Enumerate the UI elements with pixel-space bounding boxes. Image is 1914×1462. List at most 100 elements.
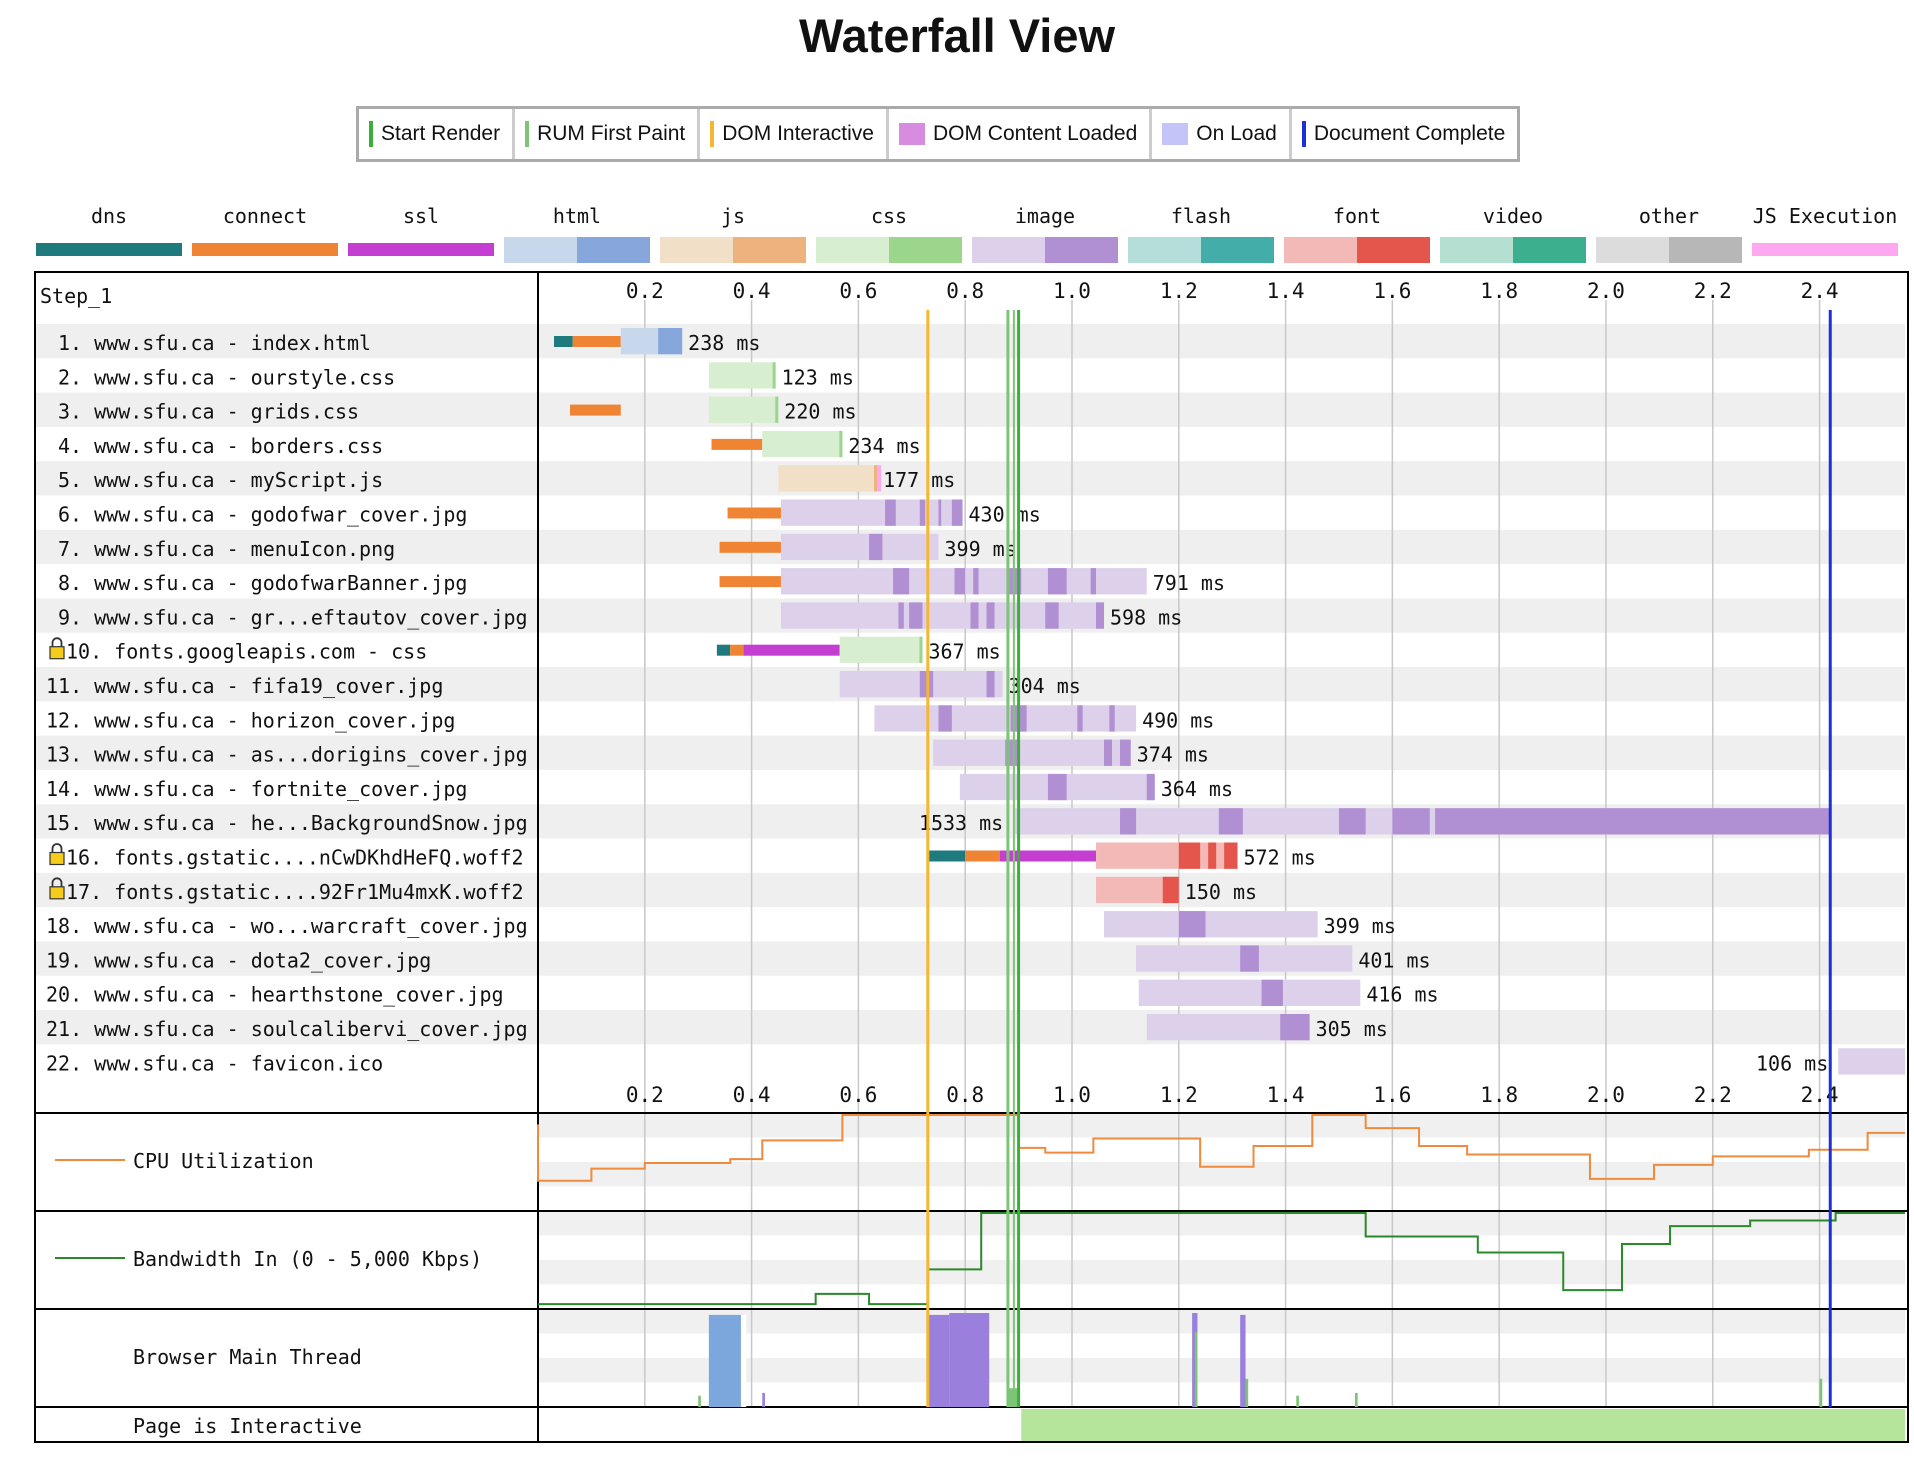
content-type-swatch [1752,243,1898,256]
request-bar-chunk [1109,705,1115,732]
main-thread-activity [1354,1392,1358,1407]
content-type-swatch [1669,237,1742,263]
request-label: 10. fonts.googleapis.com - css [66,640,427,664]
request-bar-chunk [1096,602,1105,629]
row-stripe [538,1113,1905,1138]
request-bar-chunk [1224,842,1238,869]
row-stripe [538,1260,1905,1285]
x-tick-label: 2.4 [1801,1083,1839,1107]
request-bar [762,430,843,458]
content-type-swatch [1596,237,1669,263]
request-bar [839,636,923,663]
request-bar-chunk [1146,773,1155,801]
request-bar [874,705,1137,732]
request-label: 16. fonts.gstatic....nCwDKhdHeFQ.woff2 [66,846,524,870]
request-duration: 401 ms [1358,948,1430,972]
x-tick-label: 0.8 [946,1083,984,1107]
connect-bar [719,541,781,553]
x-tick-label: 2.4 [1801,279,1839,303]
request-duration: 367 ms [928,640,1000,664]
main-thread-activity [708,1314,744,1407]
request-label: 17. fonts.gstatic....92Fr1Mu4mxK.woff2 [66,880,524,904]
request-bar-chunk [970,602,979,629]
request-label: 22. www.sfu.ca - favicon.ico [46,1051,383,1075]
content-type-swatch [192,243,338,256]
main-thread-activity [1819,1378,1823,1407]
connect-bar [730,644,744,656]
request-label: 1. www.sfu.ca - index.html [58,331,371,355]
content-type-label: image [1015,204,1075,228]
request-duration: 123 ms [782,365,854,389]
request-bar [1096,842,1238,869]
content-type-swatch [1513,237,1586,263]
request-duration: 234 ms [848,434,920,458]
x-tick-label: 2.0 [1587,1083,1625,1107]
x-tick-label: 0.4 [733,279,771,303]
x-tick-label: 2.2 [1694,279,1732,303]
request-bar-chunk [951,499,963,526]
content-type-swatch [1357,237,1430,263]
request-bar-chunk [1120,739,1131,766]
request-bar-chunk [973,568,979,595]
request-duration: 238 ms [688,331,760,355]
request-bar-chunk [1045,602,1059,629]
request-duration: 572 ms [1244,846,1316,870]
request-label: 3. www.sfu.ca - grids.css [58,400,359,424]
main-thread-activity [949,1313,990,1407]
request-duration: 374 ms [1137,743,1209,767]
request-bar-chunk [919,499,926,526]
request-label: 15. www.sfu.ca - he...BackgroundSnow.jpg [46,811,528,835]
content-type-label: other [1639,204,1699,228]
x-tick-label: 1.8 [1480,279,1518,303]
page-interactive-bar [1021,1409,1905,1441]
request-bar-chunk [1104,739,1113,766]
bandwidth-label: Bandwidth In (0 - 5,000 Kbps) [133,1247,482,1271]
request-duration: 598 ms [1110,605,1182,629]
request-label: 6. www.sfu.ca - godofwar_cover.jpg [58,503,467,527]
request-duration: 416 ms [1366,983,1438,1007]
request-duration: 490 ms [1142,708,1214,732]
main-thread-activity [1245,1378,1249,1407]
request-duration: 150 ms [1185,880,1257,904]
request-bar-chunk [1077,705,1083,732]
connect-bar [719,576,781,588]
request-bar-chunk [986,602,995,629]
x-tick-label: 1.6 [1373,279,1411,303]
content-type-swatch [1128,237,1201,263]
x-tick-label: 1.2 [1160,1083,1198,1107]
request-duration: 177 ms [883,468,955,492]
request-duration: 430 ms [969,503,1041,527]
request-bar [780,533,939,561]
cpu-utilization-label: CPU Utilization [133,1149,314,1173]
request-bar-chunk [893,568,910,595]
request-bar-chunk [1280,1014,1310,1041]
content-type-swatch [972,237,1045,263]
content-type-swatch [1440,237,1513,263]
request-bar [778,465,878,492]
request-bar-chunk [1435,808,1831,835]
main-thread-activity [1240,1314,1246,1407]
request-duration: 305 ms [1316,1017,1388,1041]
x-tick-label: 1.0 [1053,1083,1091,1107]
request-duration: 399 ms [1324,914,1396,938]
request-bar-chunk [1208,842,1217,869]
content-type-label: js [721,204,745,228]
request-duration: 106 ms [1756,1051,1828,1075]
request-bar-chunk [1090,568,1097,595]
lock-icon [51,637,63,647]
x-tick-label: 1.4 [1267,279,1305,303]
content-type-swatch [577,237,650,263]
main-thread-activity [1194,1331,1198,1407]
connect-bar [570,404,621,416]
request-bar-chunk [898,602,904,629]
content-type-swatch [816,237,889,263]
content-type-swatch [660,237,733,263]
request-bar-chunk [1047,773,1067,801]
request-label: 4. www.sfu.ca - borders.css [58,434,383,458]
content-type-swatch [1045,237,1118,263]
request-bar-chunk [1178,842,1201,869]
x-tick-label: 0.8 [946,279,984,303]
ssl-bar [743,644,840,656]
dns-bar [927,850,966,862]
request-bar-chunk [938,705,952,732]
